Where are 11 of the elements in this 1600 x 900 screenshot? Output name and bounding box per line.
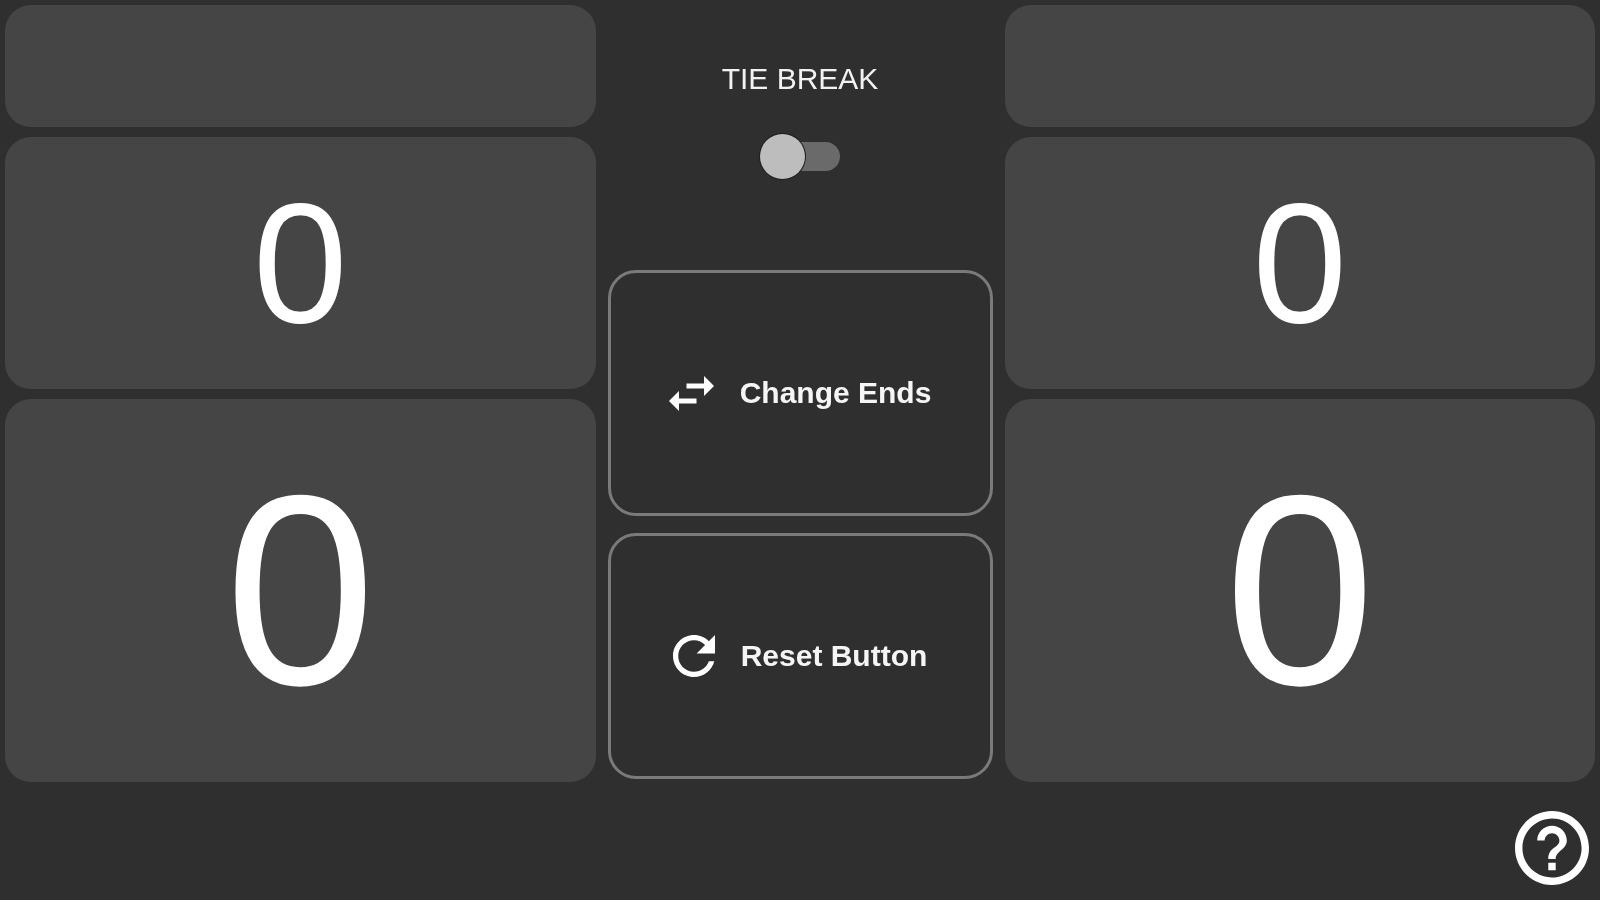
help-icon[interactable] xyxy=(1515,811,1589,885)
score-number: 0 xyxy=(224,455,376,726)
score-number: 0 xyxy=(1224,455,1376,726)
toggle-switch[interactable] xyxy=(760,134,840,179)
score-number: 0 xyxy=(252,178,348,348)
swap-arrows-icon xyxy=(668,375,714,411)
refresh-icon xyxy=(672,635,715,677)
tie-break-label: TIE BREAK xyxy=(721,62,879,96)
score-number: 0 xyxy=(1252,178,1347,348)
reset-button[interactable]: Reset Button xyxy=(607,533,993,779)
change-ends-button[interactable]: Change Ends xyxy=(607,270,993,516)
